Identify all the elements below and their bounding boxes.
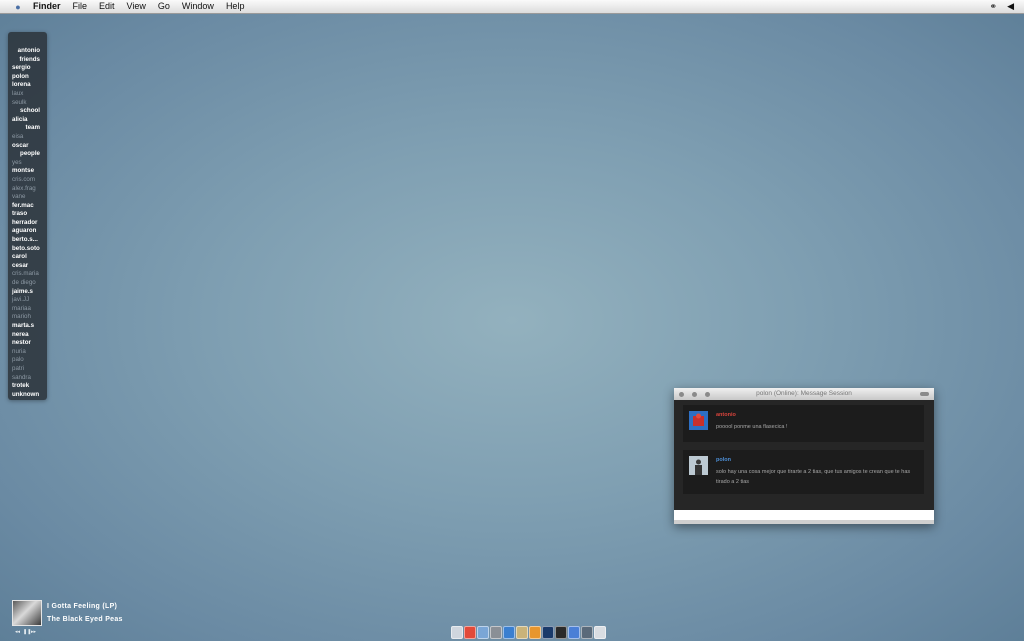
buddy-list-item[interactable]: cris.maria bbox=[8, 270, 47, 279]
buddy-list-item[interactable]: nerea bbox=[8, 331, 47, 340]
message-sender: antonio bbox=[716, 412, 736, 418]
buddy-list-item[interactable]: alicia bbox=[8, 116, 47, 125]
system-preferences-icon[interactable] bbox=[490, 626, 502, 639]
message-text: pooool ponme una flasecica ! bbox=[716, 424, 788, 430]
buddy-list-item[interactable]: lorena bbox=[8, 81, 47, 90]
message-window: polon (Online): Message Session antonio … bbox=[674, 388, 934, 524]
window-bottom-bar bbox=[674, 520, 934, 524]
mail-icon[interactable] bbox=[477, 626, 489, 639]
message-item: polon solo hay una cosa mejor que tirart… bbox=[683, 450, 924, 494]
buddy-list-item[interactable]: trotek bbox=[8, 382, 47, 391]
safari-icon[interactable] bbox=[503, 626, 515, 639]
finder-icon[interactable] bbox=[451, 626, 463, 639]
avatar bbox=[689, 456, 708, 475]
menu-help[interactable]: Help bbox=[220, 0, 251, 13]
buddy-list-item[interactable]: oscar bbox=[8, 142, 47, 151]
buddy-list-item[interactable]: carol bbox=[8, 253, 47, 262]
toolbar-toggle-button[interactable] bbox=[920, 392, 929, 396]
buddy-list-item[interactable]: aguaron bbox=[8, 227, 47, 236]
buddy-list-item[interactable]: montse bbox=[8, 167, 47, 176]
buddy-list-item[interactable]: laux bbox=[8, 90, 47, 99]
preview-icon[interactable] bbox=[516, 626, 528, 639]
apple-icon[interactable]: ● bbox=[11, 2, 25, 12]
buddy-list-item[interactable]: alex.frag bbox=[8, 185, 47, 194]
trash-icon[interactable] bbox=[594, 626, 606, 639]
message-text: solo hay una cosa mejor que tirarte a 2 … bbox=[716, 469, 911, 485]
menu-edit[interactable]: Edit bbox=[93, 0, 121, 13]
buddy-list-item[interactable]: javi.JJ bbox=[8, 296, 47, 305]
adium-icon[interactable] bbox=[529, 626, 541, 639]
buddy-group-header[interactable]: school bbox=[8, 107, 47, 116]
menu-app-name[interactable]: Finder bbox=[27, 0, 67, 13]
buddy-list-item[interactable]: marioh bbox=[8, 313, 47, 322]
buddy-group-header[interactable]: team bbox=[8, 124, 47, 133]
menu-bar: ● Finder File Edit View Go Window Help ⚭… bbox=[0, 0, 1024, 14]
buddy-list-item[interactable]: mariaa bbox=[8, 305, 47, 314]
buddy-list-item[interactable]: nuria bbox=[8, 348, 47, 357]
terminal-icon[interactable] bbox=[555, 626, 567, 639]
menu-file[interactable]: File bbox=[67, 0, 94, 13]
menu-window[interactable]: Window bbox=[176, 0, 220, 13]
volume-icon[interactable]: ◀ bbox=[1007, 0, 1014, 13]
buddy-list-item[interactable]: cris.com bbox=[8, 176, 47, 185]
next-track-button[interactable]: ▸▸ bbox=[31, 629, 36, 635]
zoom-button[interactable] bbox=[705, 391, 710, 397]
now-playing-artist: The Black Eyed Peas bbox=[47, 616, 123, 623]
window-title: polon (Online): Message Session bbox=[756, 390, 852, 397]
buddy-list-item[interactable]: nestor bbox=[8, 339, 47, 348]
buddy-list-item[interactable]: beto.soto bbox=[8, 245, 47, 254]
message-item: antonio pooool ponme una flasecica ! bbox=[683, 405, 924, 442]
buddy-list-item[interactable]: palo bbox=[8, 356, 47, 365]
album-art bbox=[12, 600, 42, 626]
buddy-list-item[interactable]: cesar bbox=[8, 262, 47, 271]
buddy-list-item[interactable]: yes bbox=[8, 159, 47, 168]
buddy-list-item[interactable]: sergio bbox=[8, 64, 47, 73]
buddy-list-item[interactable]: seulk bbox=[8, 99, 47, 108]
close-button[interactable] bbox=[679, 391, 684, 397]
message-transcript: antonio pooool ponme una flasecica ! pol… bbox=[674, 400, 934, 510]
message-sender: polon bbox=[716, 457, 731, 463]
itunes-icon[interactable] bbox=[568, 626, 580, 639]
headphones-icon[interactable]: ⚭ bbox=[990, 0, 998, 13]
photoshop-icon[interactable] bbox=[542, 626, 554, 639]
buddy-list-item[interactable]: jaime.s bbox=[8, 288, 47, 297]
buddy-list-item[interactable]: marta.s bbox=[8, 322, 47, 331]
buddy-list-item[interactable]: berto.s... bbox=[8, 236, 47, 245]
menu-go[interactable]: Go bbox=[152, 0, 176, 13]
previous-track-button[interactable]: ◂◂ bbox=[15, 629, 20, 635]
message-input[interactable] bbox=[674, 510, 934, 520]
buddy-list-item[interactable]: herrador bbox=[8, 219, 47, 228]
buddy-list: antonio friends sergio polon lorena laux seulk… bbox=[8, 32, 47, 400]
buddy-list-item[interactable]: fer.mac bbox=[8, 202, 47, 211]
buddy-list-item[interactable]: eisa bbox=[8, 133, 47, 142]
buddy-list-item[interactable]: de diego bbox=[8, 279, 47, 288]
now-playing-title: I Gotta Feeling (LP) bbox=[47, 603, 118, 610]
buddy-list-item[interactable]: traso bbox=[8, 210, 47, 219]
buddy-group-header[interactable]: people bbox=[8, 150, 47, 159]
buddy-list-item[interactable]: sandra bbox=[8, 374, 47, 383]
menu-view[interactable]: View bbox=[121, 0, 152, 13]
dock bbox=[451, 626, 606, 639]
buddy-list-item[interactable]: vane bbox=[8, 193, 47, 202]
avatar bbox=[689, 411, 708, 430]
buddy-group-header[interactable]: friends bbox=[8, 56, 47, 65]
minimize-button[interactable] bbox=[692, 391, 697, 397]
message-window-titlebar[interactable]: polon (Online): Message Session bbox=[674, 388, 934, 400]
buddy-list-item[interactable]: patri bbox=[8, 365, 47, 374]
ical-icon[interactable] bbox=[464, 626, 476, 639]
activity-icon[interactable] bbox=[581, 626, 593, 639]
buddy-list-item[interactable]: polon bbox=[8, 73, 47, 82]
buddy-list-item[interactable]: unknown bbox=[8, 391, 47, 400]
buddy-group-header[interactable]: antonio bbox=[8, 47, 47, 56]
